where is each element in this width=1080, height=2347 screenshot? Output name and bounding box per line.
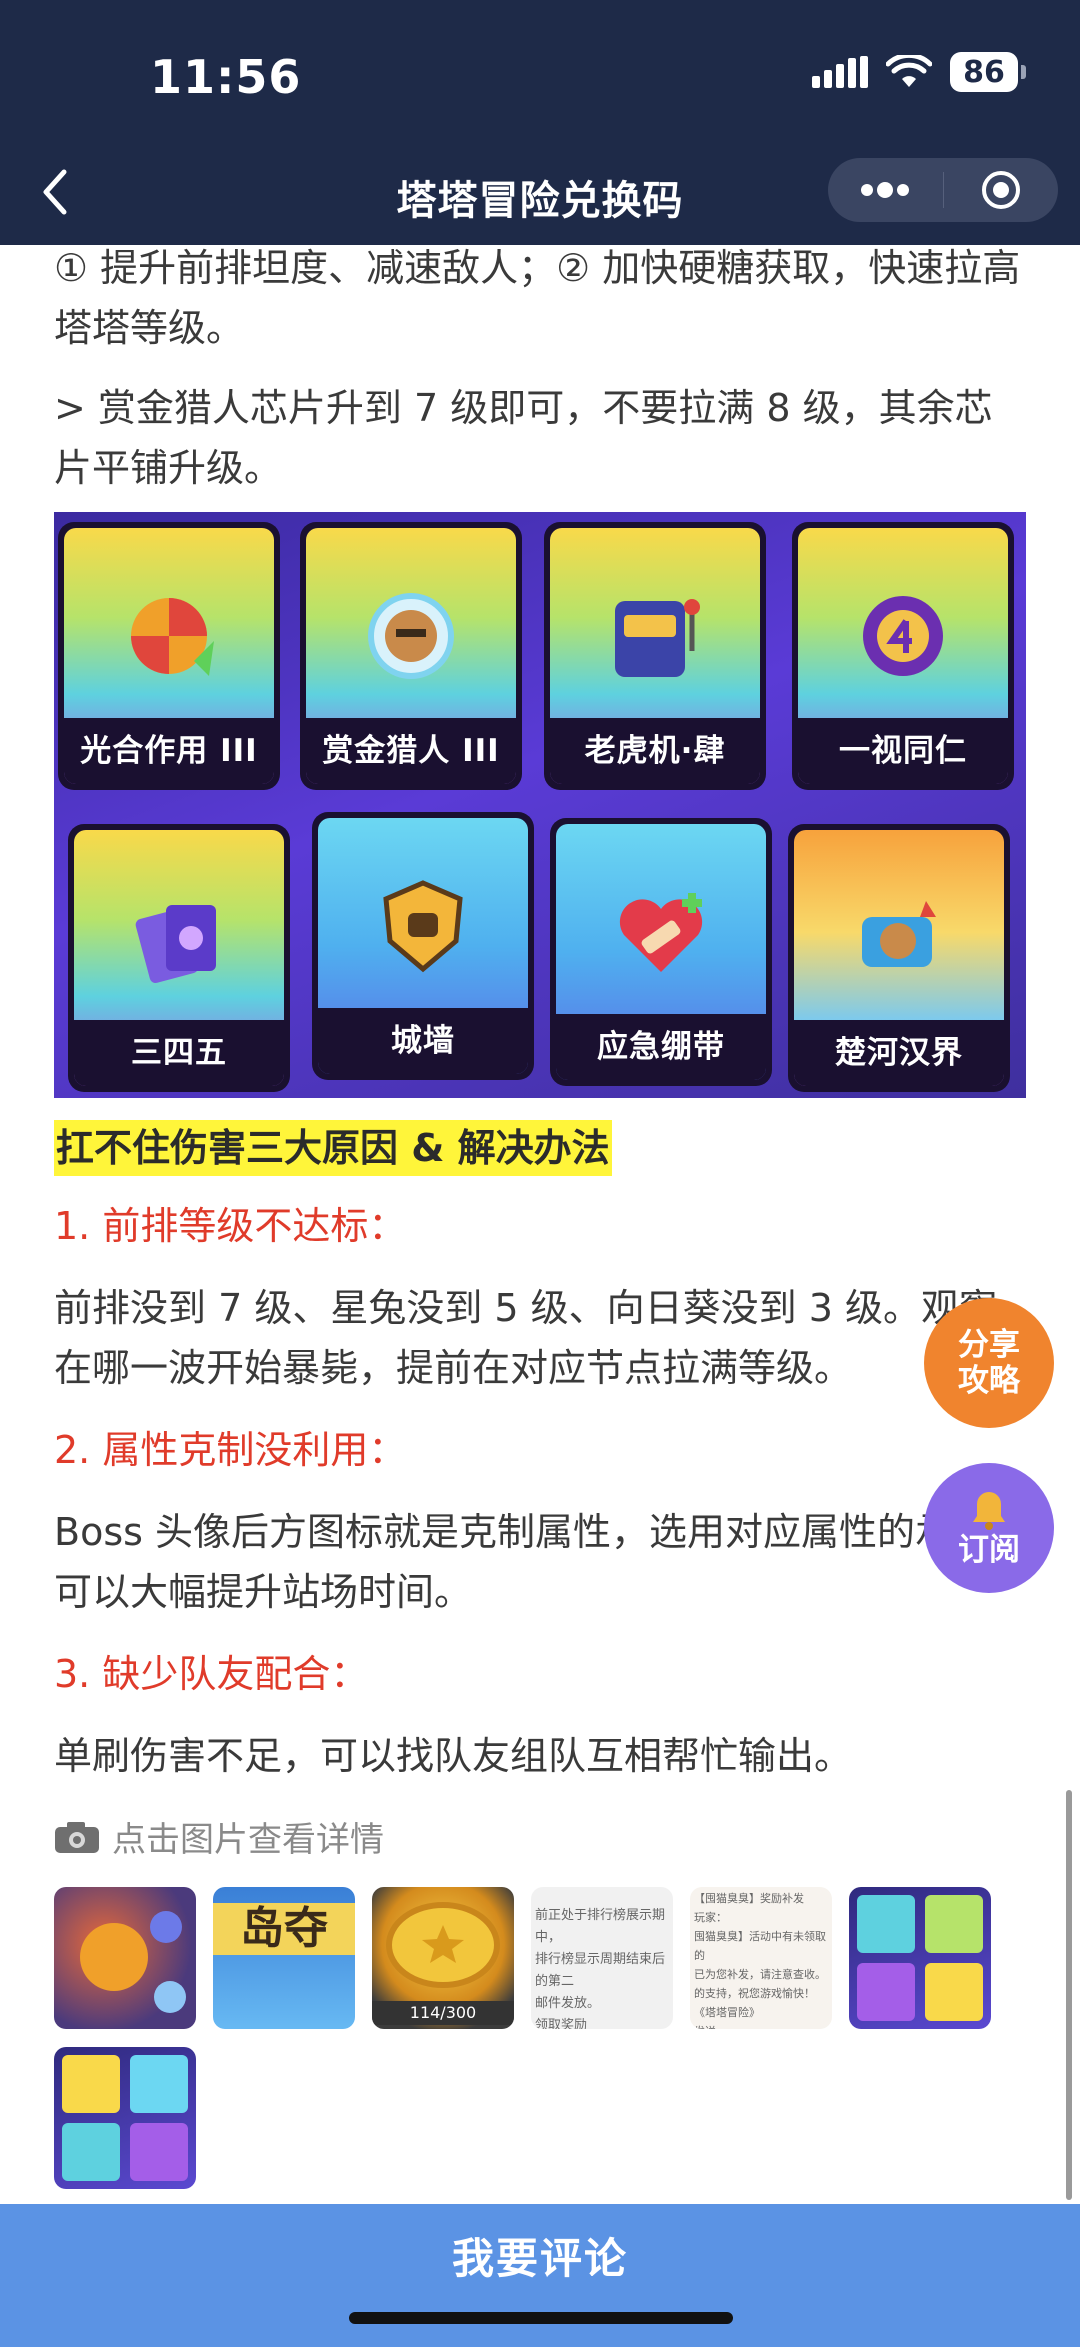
section-highlight: 扛不住伤害三大原因 & 解决办法 xyxy=(54,1120,612,1176)
chip-card: 三四五 xyxy=(68,824,290,1092)
game-art-icon xyxy=(80,1911,186,2013)
chip-card: 一视同仁 xyxy=(792,522,1014,790)
chip-label: 老虎机·肆 xyxy=(550,718,760,784)
chip-card: 光合作用 III xyxy=(58,522,280,790)
thumbnail-image[interactable]: 114/300 xyxy=(372,1887,514,2029)
bounty-target-icon xyxy=(351,576,471,696)
bandage-heart-icon xyxy=(601,872,721,992)
chip-label: 赏金猎人 III xyxy=(306,718,516,784)
chip-grid-icon xyxy=(857,1895,983,2021)
scrollbar[interactable] xyxy=(1066,1790,1072,2200)
chip-card: 老虎机·肆 xyxy=(544,522,766,790)
article-content: ① 提升前排坦度、减速敌人；② 加快硬糖获取，快速拉高塔塔等级。 > 赏金猎人芯… xyxy=(54,238,1030,2189)
thumbnail-image[interactable] xyxy=(54,2047,196,2189)
home-indicator xyxy=(349,2312,733,2324)
thumbnail-image[interactable] xyxy=(849,1887,991,2029)
thumbnail-image[interactable] xyxy=(54,1887,196,2029)
cards-icon xyxy=(119,878,239,998)
map-scroll-icon xyxy=(839,878,959,998)
comment-button[interactable]: 我要评论 xyxy=(0,2204,1080,2314)
signal-icon xyxy=(812,56,868,88)
mini-program-capsule xyxy=(828,158,1058,222)
number-four-badge-icon xyxy=(843,576,963,696)
target-close-icon xyxy=(981,171,1020,209)
chip-card: 城墙 xyxy=(312,812,534,1080)
wifi-icon xyxy=(886,55,932,87)
app-header: 11:56 86 塔塔冒险兑换码 xyxy=(0,0,1080,245)
reason-heading: 3. 缺少队友配合： xyxy=(54,1652,369,1696)
bell-icon xyxy=(973,1492,1005,1530)
image-hint: 点击图片查看详情 xyxy=(54,1812,1030,1861)
share-label-line2: 攻略 xyxy=(958,1363,1020,1399)
notice-text-icon: 前正处于排行榜展示期中， 排行榜显示周期结束后的第二 邮件发放。 领取奖励 ，随… xyxy=(535,1908,666,2029)
article-paragraph: 单刷伤害不足，可以找队友组队互相帮忙输出。 xyxy=(54,1734,853,1778)
chip-label: 城墙 xyxy=(318,1008,528,1074)
battery-indicator: 86 xyxy=(950,52,1026,92)
thumbnail-image[interactable]: 岛夺 xyxy=(213,1887,355,2029)
chip-label: 应急绷带 xyxy=(556,1014,766,1080)
chip-grid-icon xyxy=(62,2055,188,2181)
coin-progress-label: 114/300 xyxy=(372,2001,514,2025)
status-time: 11:56 xyxy=(150,50,302,104)
gold-coin-icon xyxy=(386,1902,500,1988)
reason-heading: 2. 属性克制没利用： xyxy=(54,1428,407,1472)
candy-swirl-icon xyxy=(109,576,229,696)
thumbnail-image[interactable]: 【囤猫臭臭】奖励补发 玩家： 囤猫臭臭】活动中有未领取的 已为您补发，请注意查收… xyxy=(690,1887,832,2029)
article-paragraph: 前排没到 7 级、星兔没到 5 级、向日葵没到 3 级。观察在哪一波开始暴毙，提… xyxy=(54,1286,998,1390)
close-mini-program-button[interactable] xyxy=(944,158,1059,222)
chip-card: 赏金猎人 III xyxy=(300,522,522,790)
chip-grid-image[interactable]: 光合作用 III 赏金猎人 III 老虎机·肆 一视同仁 三四五 城墙 应急绷带… xyxy=(54,512,1026,1098)
slot-machine-icon xyxy=(595,576,715,696)
chip-label: 楚河汉界 xyxy=(794,1020,1004,1086)
bottom-bar: 我要评论 xyxy=(0,2204,1080,2347)
chip-label: 三四五 xyxy=(74,1020,284,1086)
status-icons: 86 xyxy=(812,52,1026,92)
share-guide-button[interactable]: 分享 攻略 xyxy=(924,1298,1054,1428)
reason-heading: 1. 前排等级不达标： xyxy=(54,1204,407,1248)
image-thumbnails: 岛夺 114/300 前正处于排行榜展示期中， 排行榜显示周期结束后的第二 邮件… xyxy=(54,1887,1054,2189)
subscribe-label: 订阅 xyxy=(958,1532,1020,1568)
shield-wall-icon xyxy=(363,866,483,986)
article-paragraph: Boss 头像后方图标就是克制属性，选用对应属性的承伤，可以大幅提升站场时间。 xyxy=(54,1510,1029,1614)
article-paragraph: > 赏金猎人芯片升到 7 级即可，不要拉满 8 级，其余芯片平铺升级。 xyxy=(54,386,993,490)
more-button[interactable] xyxy=(828,158,943,222)
island-banner-icon: 岛夺 xyxy=(213,1903,355,1955)
chip-label: 光合作用 III xyxy=(64,718,274,784)
image-hint-label: 点击图片查看详情 xyxy=(112,1820,384,1860)
chip-card: 楚河汉界 xyxy=(788,824,1010,1092)
chip-card: 应急绷带 xyxy=(550,818,772,1086)
chip-label: 一视同仁 xyxy=(798,718,1008,784)
thumbnail-image[interactable]: 前正处于排行榜展示期中， 排行榜显示周期结束后的第二 邮件发放。 领取奖励 ，随… xyxy=(531,1887,673,2029)
subscribe-button[interactable]: 订阅 xyxy=(924,1463,1054,1593)
article-paragraph: ① 提升前排坦度、减速敌人；② 加快硬糖获取，快速拉高塔塔等级。 xyxy=(54,246,1021,350)
reward-notice-icon: 【囤猫臭臭】奖励补发 玩家： 囤猫臭臭】活动中有未领取的 已为您补发，请注意查收… xyxy=(694,1892,826,2029)
share-label-line1: 分享 xyxy=(958,1327,1020,1363)
more-dots-icon xyxy=(861,182,910,198)
camera-icon xyxy=(55,1821,99,1853)
